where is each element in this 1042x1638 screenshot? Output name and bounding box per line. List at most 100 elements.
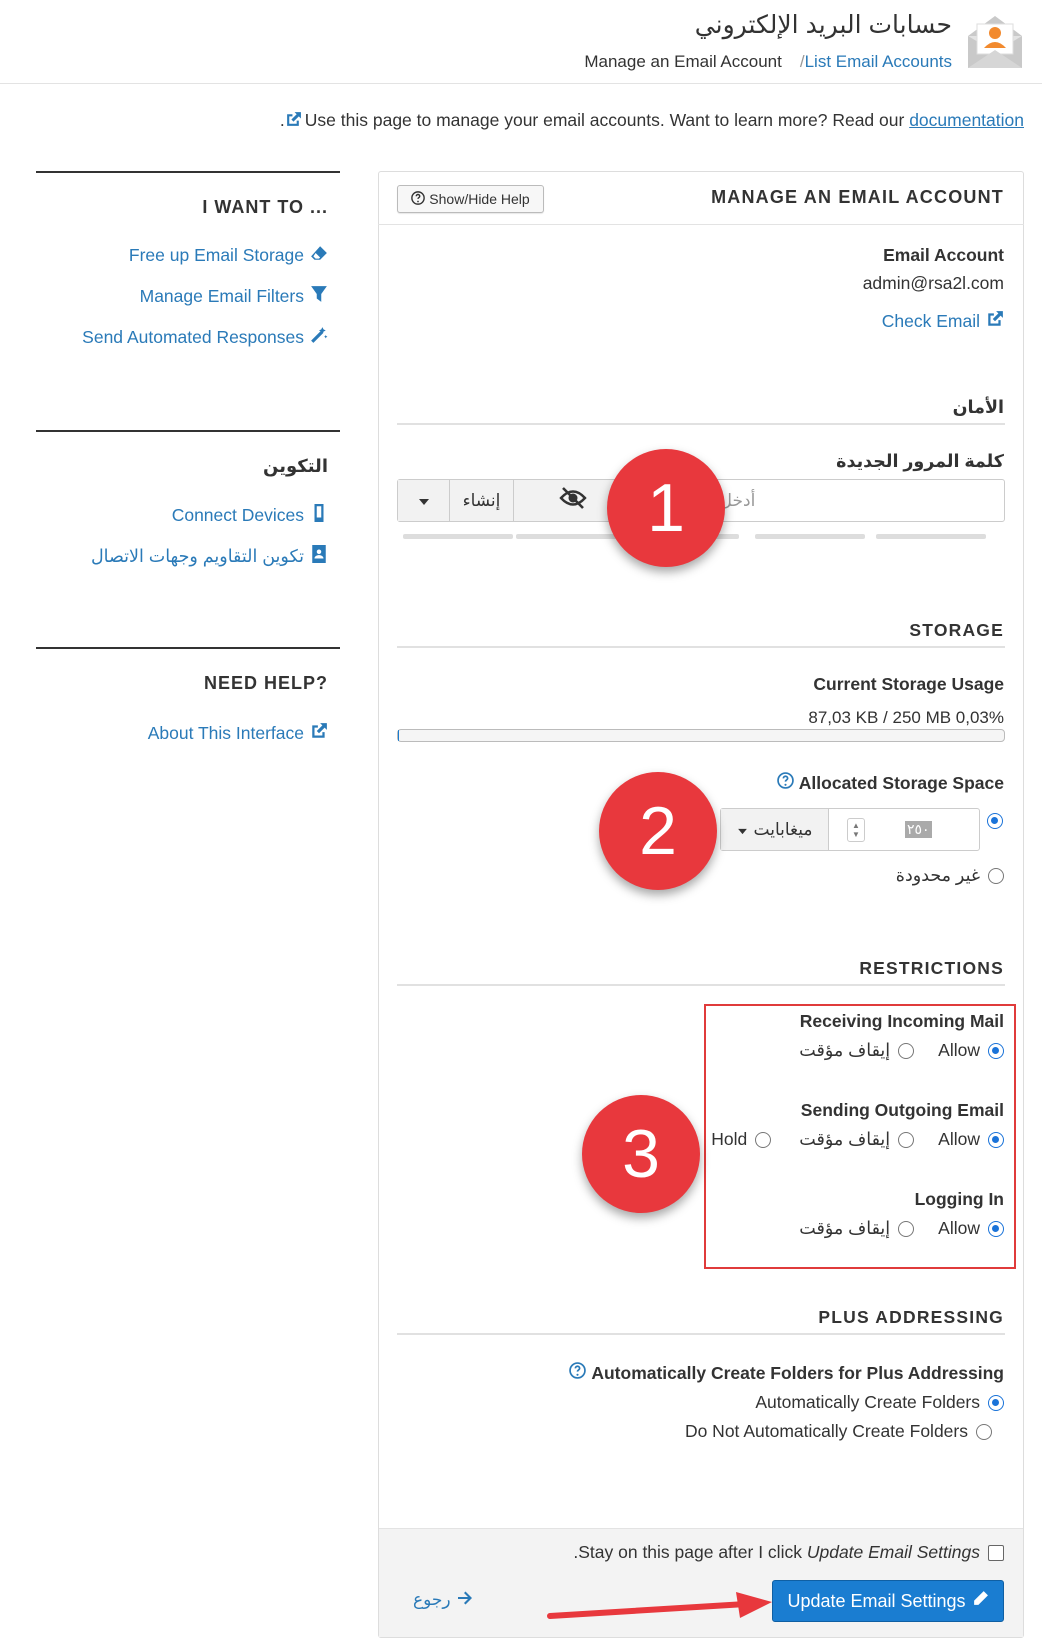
filter-icon: [310, 285, 328, 308]
allocated-storage-value: ٢٥٠: [905, 821, 932, 838]
storage-unit-dropdown[interactable]: ميغابايت: [721, 809, 829, 850]
sidebar-heading-need-help: NEED HELP?: [203, 673, 328, 693]
allocated-storage-input[interactable]: ▲ ▼ ٢٥٠: [829, 809, 979, 850]
manage-account-panel: [378, 171, 1024, 1638]
plus-no-label: Do Not Automatically Create Folders: [684, 1421, 968, 1441]
sending-mail-label: Sending Outgoing Email: [800, 1100, 1004, 1120]
sidebar-item-label: Free up Email Storage: [128, 245, 304, 265]
stay-on-page-option[interactable]: .Stay on this page after I click Update …: [573, 1542, 1004, 1563]
current-storage-usage-label: Current Storage Usage: [813, 674, 1004, 694]
number-spinner-icon[interactable]: ▲ ▼: [847, 817, 865, 842]
logging-in-options: Allow إيقاف مؤقت: [799, 1218, 1004, 1239]
login-allow-radio[interactable]: [988, 1220, 1004, 1237]
update-button-label: Update Email Settings: [787, 1590, 966, 1611]
sidebar-item-free-up-storage[interactable]: Free up Email Storage: [129, 244, 328, 267]
pencil-icon: [972, 1590, 989, 1612]
restrictions-section-title: RESTRICTIONS: [859, 958, 1004, 978]
section-divider: [397, 646, 1005, 648]
plus-auto-label: Automatically Create Folders: [755, 1392, 980, 1412]
receiving-suspend-radio[interactable]: [898, 1042, 915, 1059]
plus-auto-radio[interactable]: [988, 1394, 1004, 1411]
security-section-title: الأمان: [952, 397, 1004, 417]
check-email-label: Check Email: [881, 311, 980, 331]
allocated-value-radio[interactable]: [987, 813, 1003, 829]
panel-title: MANAGE AN EMAIL ACCOUNT: [711, 187, 1004, 207]
sidebar-item-email-filters[interactable]: Manage Email Filters: [140, 285, 328, 308]
sidebar-item-label: تكوين التقاويم وجهات الاتصال: [90, 546, 304, 566]
question-circle-icon[interactable]: [569, 1362, 587, 1384]
magic-wand-icon: [310, 326, 328, 349]
check-email-link[interactable]: Check Email: [882, 310, 1004, 333]
sidebar-item-label: Manage Email Filters: [139, 286, 304, 306]
plus-no-option[interactable]: Do Not Automatically Create Folders: [685, 1421, 992, 1442]
unlimited-radio[interactable]: [988, 867, 1004, 884]
annotation-badge-3: 3: [582, 1095, 700, 1213]
sidebar-heading-config: التكوين: [263, 456, 328, 476]
show-hide-help-label: Show/Hide Help: [429, 191, 530, 207]
sending-allow-label: Allow: [938, 1129, 980, 1149]
sending-mail-options: Allow إيقاف مؤقت Hold: [711, 1129, 1004, 1150]
password-strength-segment: [755, 534, 865, 539]
email-account-label: Email Account: [883, 245, 1004, 265]
plus-addressing-label-row: Automatically Create Folders for Plus Ad…: [569, 1362, 1004, 1384]
sidebar-item-about-interface[interactable]: About This Interface: [148, 722, 328, 745]
breadcrumb-list-email-accounts[interactable]: List Email Accounts: [805, 52, 952, 71]
annotation-badge-2: 2: [599, 772, 717, 890]
sidebar-item-label: Connect Devices: [171, 505, 304, 525]
generate-password-button[interactable]: إنشاء: [450, 480, 514, 521]
login-suspend-radio[interactable]: [898, 1220, 915, 1237]
sidebar-item-calendars-contacts[interactable]: تكوين التقاويم وجهات الاتصال: [91, 545, 328, 568]
sidebar-item-automated-responses[interactable]: Send Automated Responses: [82, 326, 328, 349]
storage-unit-label: ميغابايت: [753, 819, 813, 839]
address-book-icon: [310, 545, 328, 568]
intro-body: Use this page to manage your email accou…: [304, 110, 905, 130]
section-divider: [397, 1333, 1005, 1335]
password-options-dropdown[interactable]: [398, 480, 450, 521]
logging-in-label: Logging In: [914, 1189, 1004, 1209]
receiving-suspend-label: إيقاف مؤقت: [799, 1040, 891, 1060]
section-divider: [397, 984, 1005, 986]
back-link[interactable]: رجوع: [413, 1590, 473, 1610]
arrow-right-icon: [457, 1590, 473, 1610]
update-email-settings-button[interactable]: Update Email Settings: [772, 1580, 1004, 1622]
stay-prefix: Stay on this page after I click: [578, 1542, 802, 1562]
plus-auto-option[interactable]: Automatically Create Folders: [755, 1392, 1004, 1413]
external-link-icon: [986, 310, 1004, 333]
unlimited-option[interactable]: غير محدودة: [896, 865, 1004, 886]
caret-down-icon: [418, 491, 430, 511]
page-title: حسابات البريد الإلكتروني: [694, 11, 952, 39]
annotation-arrow-icon: [546, 1584, 776, 1624]
unlimited-label: غير محدودة: [895, 865, 980, 885]
current-storage-usage-value: 87,03 KB / 250 MB 0,03%: [808, 708, 1004, 727]
receiving-allow-radio[interactable]: [988, 1042, 1004, 1059]
storage-usage-bar: [397, 729, 1005, 742]
sidebar-item-label: About This Interface: [147, 723, 304, 743]
sending-allow-radio[interactable]: [988, 1131, 1004, 1148]
external-link-icon: [310, 722, 328, 745]
plus-no-radio[interactable]: [976, 1423, 992, 1440]
allocated-storage-label: Allocated Storage Space: [798, 772, 1004, 793]
sending-suspend-radio[interactable]: [898, 1131, 915, 1148]
documentation-link[interactable]: documentation: [909, 110, 1024, 130]
password-strength-segment: [516, 534, 626, 539]
password-strength-segment: [403, 534, 513, 539]
intro-text: . Use this page to manage your email acc…: [280, 110, 1024, 133]
breadcrumb-current: Manage an Email Account: [584, 52, 782, 71]
external-link-icon: [285, 111, 302, 133]
sending-hold-radio[interactable]: [755, 1131, 772, 1148]
storage-section-title: STORAGE: [909, 620, 1004, 640]
stay-on-page-checkbox[interactable]: [988, 1544, 1004, 1561]
sidebar-item-connect-devices[interactable]: Connect Devices: [172, 504, 328, 527]
eye-slash-icon: [558, 487, 587, 514]
show-hide-help-button[interactable]: Show/Hide Help: [397, 185, 544, 213]
allocated-storage-input-group: ميغابايت ▲ ▼ ٢٥٠: [720, 808, 980, 851]
sidebar-divider: [36, 647, 340, 649]
section-divider: [397, 423, 1005, 425]
email-account-value: admin@rsa2l.com: [862, 273, 1004, 293]
caret-down-icon: [737, 820, 748, 840]
new-password-label: كلمة المرور الجديدة: [836, 451, 1004, 471]
sending-suspend-label: إيقاف مؤقت: [799, 1129, 891, 1149]
plus-addressing-label: Automatically Create Folders for Plus Ad…: [591, 1362, 1004, 1383]
back-label: رجوع: [413, 1590, 451, 1609]
question-circle-icon[interactable]: [776, 772, 794, 794]
